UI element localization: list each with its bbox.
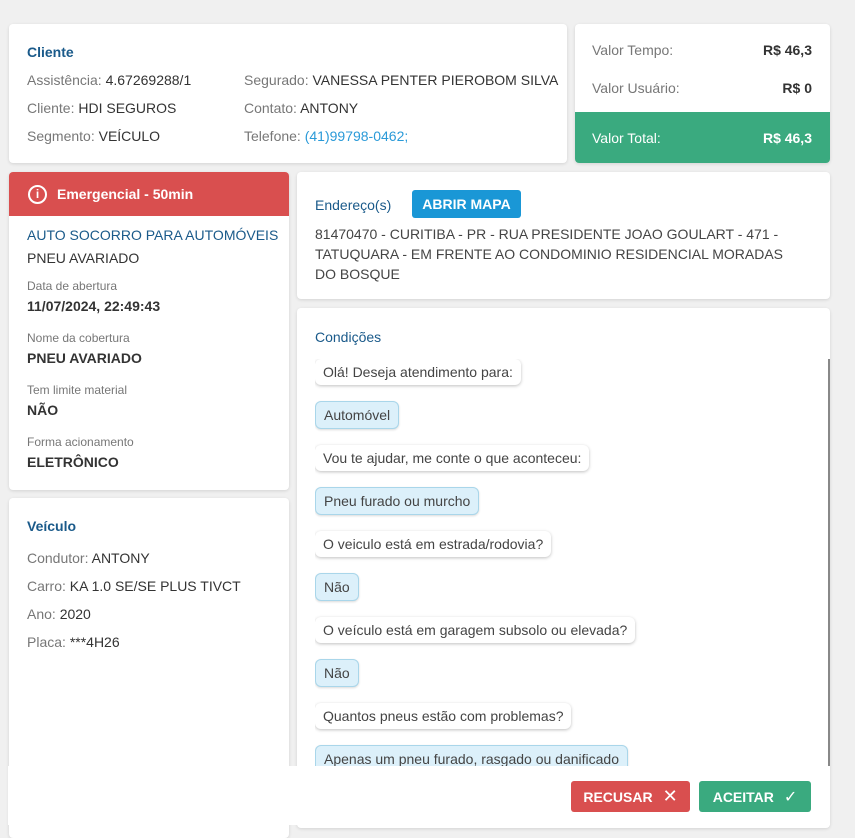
client-title: Cliente xyxy=(27,44,74,60)
segurado: Segurado: VANESSA PENTER PIEROBOM SILVA xyxy=(244,72,559,88)
service-type: AUTO SOCORRO PARA AUTOMÓVEIS xyxy=(27,227,279,243)
valor-tempo-label: Valor Tempo: xyxy=(592,42,674,58)
address-text: 81470470 - CURITIBA - PR - RUA PRESIDENT… xyxy=(315,226,784,282)
answer-bubble: Não xyxy=(315,573,359,601)
answer-bubble: Pneu furado ou murcho xyxy=(315,487,480,515)
answer-bubble: Automóvel xyxy=(315,401,400,429)
forma-value: ELETRÔNICO xyxy=(27,454,119,470)
refuse-label: RECUSAR xyxy=(583,788,653,805)
ano: Ano: 2020 xyxy=(27,606,91,622)
accept-label: ACEITAR xyxy=(712,788,774,805)
telefone: Telefone: (41)99798-0462; xyxy=(244,128,409,144)
client-card: Cliente Assistência: 4.67269288/1 Client… xyxy=(9,24,567,163)
condutor: Condutor: ANTONY xyxy=(27,550,150,566)
question-bubble: O veículo está em garagem subsolo ou ele… xyxy=(315,617,636,643)
question-bubble: O veiculo está em estrada/rodovia? xyxy=(315,531,552,557)
answer-bubble: Não xyxy=(315,659,359,687)
valor-usuario-label: Valor Usuário: xyxy=(592,80,680,96)
emergency-label: Emergencial - 50min xyxy=(57,186,194,202)
valor-total-label: Valor Total: xyxy=(592,130,661,146)
values-card: Valor Tempo: R$ 46,3 Valor Usuário: R$ 0… xyxy=(575,24,830,163)
info-icon: i xyxy=(28,184,47,204)
question-bubble: Vou te ajudar, me conte o que aconteceu: xyxy=(315,445,590,471)
action-bar: RECUSAR ✕ ACEITAR ✓ xyxy=(8,766,830,825)
carro: Carro: KA 1.0 SE/SE PLUS TIVCT xyxy=(27,578,241,594)
address-card: Endereço(s) ABRIR MAPA 81470470 - CURITI… xyxy=(297,172,830,299)
forma-label: Forma acionamento xyxy=(27,435,134,449)
valor-total: R$ 46,3 xyxy=(762,130,812,146)
cobertura-label: Nome da cobertura xyxy=(27,331,130,345)
placa: Placa: ***4H26 xyxy=(27,634,120,650)
cliente: Cliente: HDI SEGUROS xyxy=(27,100,177,116)
cobertura-value: PNEU AVARIADO xyxy=(27,350,142,366)
refuse-button[interactable]: RECUSAR ✕ xyxy=(571,781,690,812)
vehicle-title: Veículo xyxy=(27,518,77,534)
open-map-button[interactable]: ABRIR MAPA xyxy=(412,190,521,218)
data-value: 11/07/2024, 22:49:43 xyxy=(27,298,161,314)
check-icon: ✓ xyxy=(783,788,798,806)
valor-tempo: R$ 46,3 xyxy=(762,42,812,58)
answer-bubble: Apenas um pneu furado, rasgado ou danifi… xyxy=(315,745,628,766)
limite-value: NÃO xyxy=(27,402,59,418)
data-label: Data de abertura xyxy=(27,279,118,293)
question-bubble: Quantos pneus estão com problemas? xyxy=(315,703,572,729)
valor-total-band: Valor Total: R$ 46,3 xyxy=(575,112,830,163)
segmento: Segmento: VEÍCULO xyxy=(27,128,161,144)
accept-button[interactable]: ACEITAR ✓ xyxy=(699,781,811,812)
emergency-badge: i Emergencial - 50min xyxy=(9,172,289,216)
address-title: Endereço(s) xyxy=(315,197,392,213)
telefone-link[interactable]: (41)99798-0462; xyxy=(305,128,409,144)
conditions-card: Condições Olá! Deseja atendimento para: A… xyxy=(297,308,830,828)
service-card: i Emergencial - 50min AUTO SOCORRO PARA … xyxy=(9,172,289,490)
service-subtype: PNEU AVARIADO xyxy=(27,250,140,266)
contato: Contato: ANTONY xyxy=(244,100,359,116)
limite-label: Tem limite material xyxy=(27,383,128,397)
assistencia: Assistência: 4.67269288/1 xyxy=(27,72,192,88)
conditions-title: Condições xyxy=(315,329,382,345)
question-bubble: Olá! Deseja atendimento para: xyxy=(315,359,521,385)
valor-usuario: R$ 0 xyxy=(782,80,812,96)
conditions-chat[interactable]: Olá! Deseja atendimento para: Automóvel Vo… xyxy=(315,359,830,766)
close-icon: ✕ xyxy=(662,786,678,806)
